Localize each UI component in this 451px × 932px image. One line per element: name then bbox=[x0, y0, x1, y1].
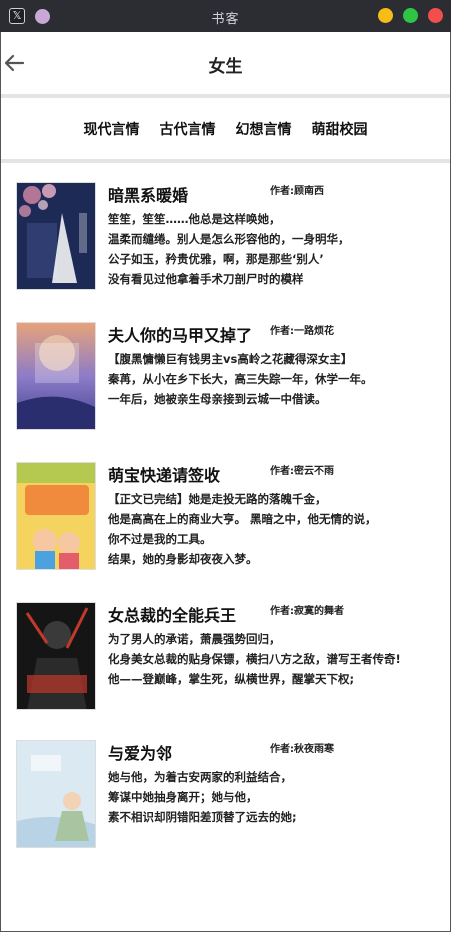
book-author: 作者:一路烦花 bbox=[270, 326, 334, 337]
book-list-item[interactable]: 女总裁的全能兵王 作者:寂寞的舞者 为了男人的承诺，萧晨强势回归， 化身美女总裁… bbox=[16, 602, 446, 710]
description-line: 他——登巅峰，掌生死，纵横世界，醒掌天下权; bbox=[108, 672, 355, 686]
page-header: 女生 bbox=[1, 32, 450, 94]
description-line: 秦苒，从小在乡下长大，高三失踪一年，休学一年。 bbox=[108, 372, 373, 386]
book-cover[interactable] bbox=[16, 182, 96, 290]
minimize-button[interactable] bbox=[378, 8, 393, 23]
book-title[interactable]: 夫人你的马甲又掉了 bbox=[108, 322, 252, 346]
book-description: 【正文已完结】她是走投无路的落魄千金， 他是高高在上的商业大亨。 黑暗之中，他无… bbox=[108, 489, 446, 569]
close-button[interactable] bbox=[428, 8, 443, 23]
book-cover[interactable] bbox=[16, 462, 96, 570]
book-cover[interactable] bbox=[16, 602, 96, 710]
tab-ancient-romance[interactable]: 古代言情 bbox=[160, 119, 216, 139]
description-line: 【腹黑慵懒巨有钱男主vs高岭之花藏得深女主】 bbox=[108, 352, 353, 366]
book-author: 作者:密云不雨 bbox=[270, 466, 334, 477]
tab-modern-romance[interactable]: 现代言情 bbox=[84, 119, 140, 139]
description-line: 化身美女总裁的贴身保镖，横扫八方之敌，谱写王者传奇! bbox=[108, 652, 401, 666]
divider bbox=[1, 159, 450, 163]
description-line: 为了男人的承诺，萧晨强势回归， bbox=[108, 632, 281, 646]
book-list-item[interactable]: 暗黑系暖婚 作者:顾南西 笙笙，笙笙……他总是这样唤她， 温柔而缱绻。别人是怎么… bbox=[16, 182, 446, 290]
book-title[interactable]: 萌宝快递请签收 bbox=[108, 462, 220, 486]
description-line: 公子如玉，矜贵优雅，啊，那是那些‘别人’ bbox=[108, 252, 324, 266]
page-title: 女生 bbox=[208, 57, 243, 77]
description-line: 一年后，她被亲生母亲接到云城一中借读。 bbox=[108, 392, 327, 406]
description-line: 他是高高在上的商业大亨。 黑暗之中，他无情的说， bbox=[108, 512, 377, 526]
maximize-button[interactable] bbox=[403, 8, 418, 23]
book-title[interactable]: 与爱为邻 bbox=[108, 740, 172, 764]
book-cover[interactable] bbox=[16, 740, 96, 848]
description-line: 素不相识却阴错阳差顶替了远去的她; bbox=[108, 810, 297, 824]
book-description: 【腹黑慵懒巨有钱男主vs高岭之花藏得深女主】 秦苒，从小在乡下长大，高三失踪一年… bbox=[108, 349, 446, 409]
tab-campus-romance[interactable]: 萌甜校园 bbox=[312, 119, 368, 139]
book-author: 作者:秋夜雨寒 bbox=[270, 744, 334, 755]
book-list-item[interactable]: 萌宝快递请签收 作者:密云不雨 【正文已完结】她是走投无路的落魄千金， 他是高高… bbox=[16, 462, 446, 570]
description-line: 筹谋中她抽身离开；她与他， bbox=[108, 790, 258, 804]
description-line: 她与他，为着古安两家的利益结合， bbox=[108, 770, 292, 784]
description-line: 结果，她的身影却夜夜入梦。 bbox=[108, 552, 258, 566]
book-author: 作者:寂寞的舞者 bbox=[270, 606, 344, 617]
description-line: 【正文已完结】她是走投无路的落魄千金， bbox=[108, 492, 327, 506]
book-description: 笙笙，笙笙……他总是这样唤她， 温柔而缱绻。别人是怎么形容他的，一身明华， 公子… bbox=[108, 209, 446, 289]
book-cover[interactable] bbox=[16, 322, 96, 430]
window-titlebar: 𝕏 书客 bbox=[0, 0, 451, 32]
category-tabs: 现代言情 古代言情 幻想言情 萌甜校园 bbox=[1, 98, 450, 159]
description-line: 没有看见过他拿着手术刀剖尸时的模样 bbox=[108, 272, 304, 286]
description-line: 你不过是我的工具。 bbox=[108, 532, 212, 546]
book-description: 她与他，为着古安两家的利益结合， 筹谋中她抽身离开；她与他， 素不相识却阴错阳差… bbox=[108, 767, 446, 827]
book-author: 作者:顾南西 bbox=[270, 186, 324, 197]
app-window: 女生 现代言情 古代言情 幻想言情 萌甜校园 暗黑系暖婚 作者:顾南西 笙笙，笙… bbox=[0, 32, 451, 932]
book-description: 为了男人的承诺，萧晨强势回归， 化身美女总裁的贴身保镖，横扫八方之敌，谱写王者传… bbox=[108, 629, 446, 689]
book-title[interactable]: 暗黑系暖婚 bbox=[108, 182, 188, 206]
book-title[interactable]: 女总裁的全能兵王 bbox=[108, 602, 236, 626]
tab-fantasy-romance[interactable]: 幻想言情 bbox=[236, 119, 292, 139]
book-list-item[interactable]: 与爱为邻 作者:秋夜雨寒 她与他，为着古安两家的利益结合， 筹谋中她抽身离开；她… bbox=[16, 740, 446, 848]
book-list-item[interactable]: 夫人你的马甲又掉了 作者:一路烦花 【腹黑慵懒巨有钱男主vs高岭之花藏得深女主】… bbox=[16, 322, 446, 430]
description-line: 笙笙，笙笙……他总是这样唤她， bbox=[108, 212, 281, 226]
description-line: 温柔而缱绻。别人是怎么形容他的，一身明华， bbox=[108, 232, 350, 246]
